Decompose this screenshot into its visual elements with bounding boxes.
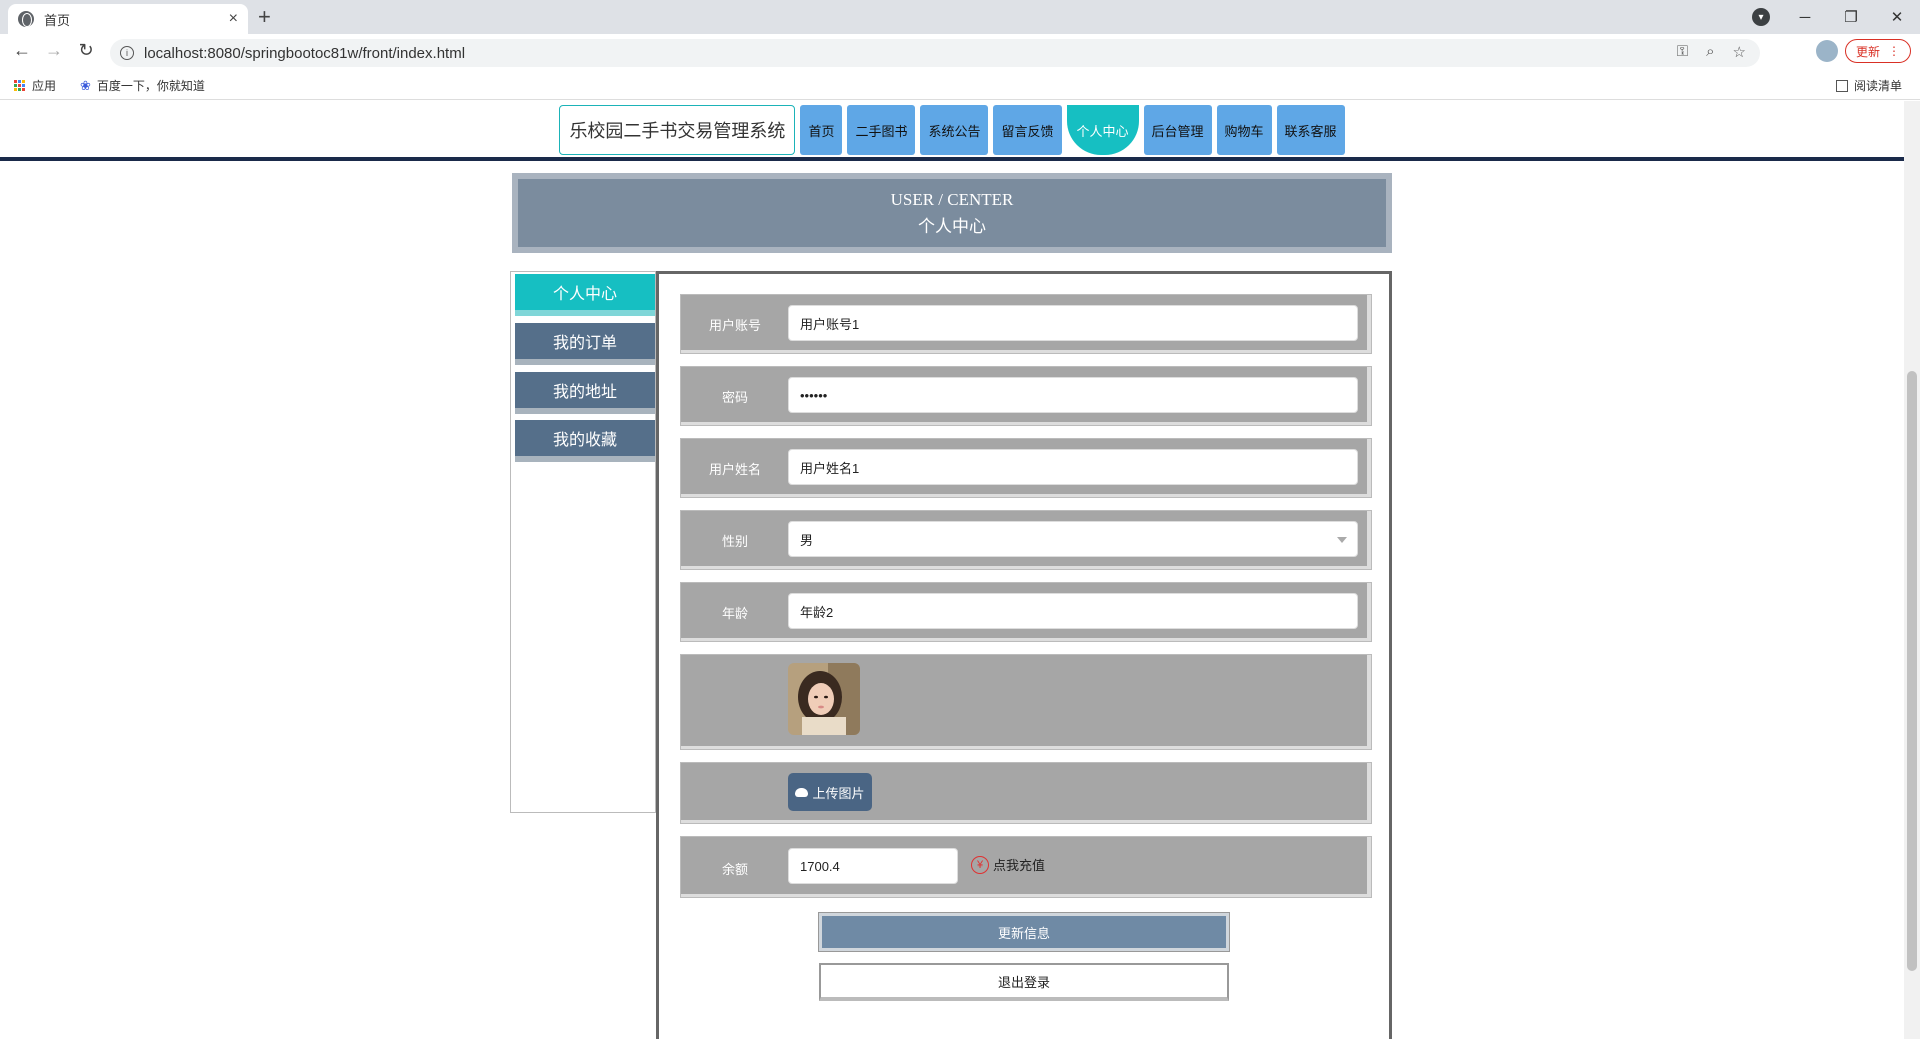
upload-image-button[interactable]: 上传图片 — [788, 773, 872, 811]
update-label: 更新 — [1855, 44, 1880, 59]
new-tab-button[interactable]: + — [258, 4, 271, 30]
username-input[interactable]: 用户账号1 — [788, 305, 1358, 341]
side-menu: 个人中心 我的订单 我的地址 我的收藏 — [510, 271, 656, 813]
form-row-avatar — [681, 655, 1371, 749]
nav-item-used-books[interactable]: 二手图书 — [847, 105, 916, 155]
reading-list[interactable]: 阅读清单 — [1836, 77, 1902, 94]
reading-list-icon — [1836, 79, 1848, 92]
side-item-user-center[interactable]: 个人中心 — [515, 274, 655, 316]
banner-title-en: USER / CENTER — [890, 189, 1014, 209]
update-info-button[interactable]: 更新信息 — [819, 913, 1229, 951]
banner-title-cn: 个人中心 — [918, 216, 986, 236]
scroll-thumb[interactable] — [1907, 371, 1917, 971]
profile-form-panel: 用户账号 用户账号1 密码 •••••• 用户姓名 用户姓名1 性别 男 年龄 … — [656, 271, 1392, 1039]
form-row-balance: 余额 1700.4 ¥ 点我充值 — [681, 837, 1371, 897]
form-row-gender: 性别 男 — [681, 511, 1371, 569]
browser-tab-bar: 首页 × + ▾ ─ ❐ ✕ — [0, 0, 1920, 34]
recharge-label: 点我充值 — [993, 858, 1046, 873]
page-banner: USER / CENTER 个人中心 — [512, 173, 1392, 253]
chevron-down-icon — [1337, 537, 1347, 543]
gender-select[interactable]: 男 — [788, 521, 1358, 557]
reading-list-label: 阅读清单 — [1854, 79, 1903, 93]
avatar-image — [788, 663, 860, 735]
bookmark-star-icon[interactable]: ☆ — [1733, 43, 1746, 61]
nav-divider — [0, 157, 1904, 161]
cloud-upload-icon — [795, 787, 809, 797]
nav-item-cart[interactable]: 购物车 — [1216, 105, 1272, 155]
page-viewport: 乐校园二手书交易管理系统 首页 二手图书 系统公告 留言反馈 个人中心 后台管理… — [0, 101, 1904, 1039]
site-title: 乐校园二手书交易管理系统 — [559, 105, 796, 155]
bookmark-baidu[interactable]: ❀ 百度一下，你就知道 — [80, 77, 205, 94]
nav-item-user-center[interactable]: 个人中心 — [1066, 105, 1139, 155]
realname-input[interactable]: 用户姓名1 — [788, 449, 1358, 485]
zoom-icon[interactable]: ⌕ — [1706, 43, 1714, 61]
logout-button[interactable]: 退出登录 — [819, 963, 1229, 1001]
bookmarks-bar: 应用 ❀ 百度一下，你就知道 阅读清单 — [0, 70, 1920, 100]
balance-label: 余额 — [721, 862, 748, 877]
gender-selected-value: 男 — [800, 532, 814, 548]
upload-label: 上传图片 — [812, 785, 865, 801]
side-item-my-addresses[interactable]: 我的地址 — [515, 372, 655, 414]
tab-title: 首页 — [44, 12, 71, 28]
nav-item-customer-service[interactable]: 联系客服 — [1276, 105, 1345, 155]
address-bar[interactable]: i localhost:8080/springbootoc81w/front/i… — [110, 39, 1760, 67]
browser-tab[interactable]: 首页 × — [8, 4, 248, 34]
restore-button[interactable]: ❐ — [1828, 2, 1874, 32]
more-menu-icon: ⋮ — [1888, 44, 1900, 58]
minimize-button[interactable]: ─ — [1782, 2, 1828, 32]
tab-search-icon[interactable]: ▾ — [1752, 8, 1770, 26]
form-row-username: 用户账号 用户账号1 — [681, 295, 1371, 353]
key-icon[interactable]: ⚿ — [1677, 43, 1688, 61]
bookmark-label: 应用 — [32, 79, 57, 93]
yen-icon: ¥ — [971, 855, 989, 874]
nav-item-home[interactable]: 首页 — [800, 105, 843, 155]
username-label: 用户账号 — [708, 318, 761, 333]
baidu-paw-icon: ❀ — [80, 77, 91, 93]
realname-label: 用户姓名 — [708, 462, 761, 477]
profile-avatar[interactable] — [1816, 40, 1838, 62]
form-row-upload: 上传图片 — [681, 763, 1371, 823]
form-row-password: 密码 •••••• — [681, 367, 1371, 425]
site-info-icon[interactable]: i — [120, 46, 134, 60]
page-scrollbar[interactable] — [1904, 101, 1920, 1039]
form-row-age: 年龄 年龄2 — [681, 583, 1371, 641]
close-window-button[interactable]: ✕ — [1874, 2, 1920, 32]
bookmark-apps[interactable]: 应用 — [14, 77, 56, 94]
nav-item-feedback[interactable]: 留言反馈 — [993, 105, 1062, 155]
url-text[interactable]: localhost:8080/springbootoc81w/front/ind… — [144, 45, 465, 62]
side-item-my-favorites[interactable]: 我的收藏 — [515, 420, 655, 462]
bookmark-label: 百度一下，你就知道 — [96, 79, 205, 93]
form-row-realname: 用户姓名 用户姓名1 — [681, 439, 1371, 497]
avatar — [788, 663, 860, 735]
nav-item-announcements[interactable]: 系统公告 — [920, 105, 989, 155]
side-item-my-orders[interactable]: 我的订单 — [515, 323, 655, 365]
age-input[interactable]: 年龄2 — [788, 593, 1358, 629]
browser-update-button[interactable]: 更新 ⋮ — [1845, 39, 1911, 63]
gender-label: 性别 — [721, 534, 748, 549]
back-icon[interactable]: ← — [10, 40, 34, 61]
nav-item-admin[interactable]: 后台管理 — [1143, 105, 1212, 155]
reload-icon[interactable]: ↻ — [74, 40, 98, 61]
top-navigation: 乐校园二手书交易管理系统 首页 二手图书 系统公告 留言反馈 个人中心 后台管理… — [0, 101, 1904, 157]
password-input[interactable]: •••••• — [788, 377, 1358, 413]
balance-input[interactable]: 1700.4 — [788, 848, 958, 884]
age-label: 年龄 — [721, 606, 748, 621]
globe-icon — [18, 11, 34, 27]
recharge-link[interactable]: ¥ 点我充值 — [971, 855, 1045, 874]
browser-toolbar: ← → ↻ i localhost:8080/springbootoc81w/f… — [0, 34, 1920, 70]
tab-close-button[interactable]: × — [229, 10, 238, 28]
apps-icon — [14, 79, 26, 92]
forward-icon[interactable]: → — [42, 40, 66, 61]
password-label: 密码 — [721, 390, 748, 405]
